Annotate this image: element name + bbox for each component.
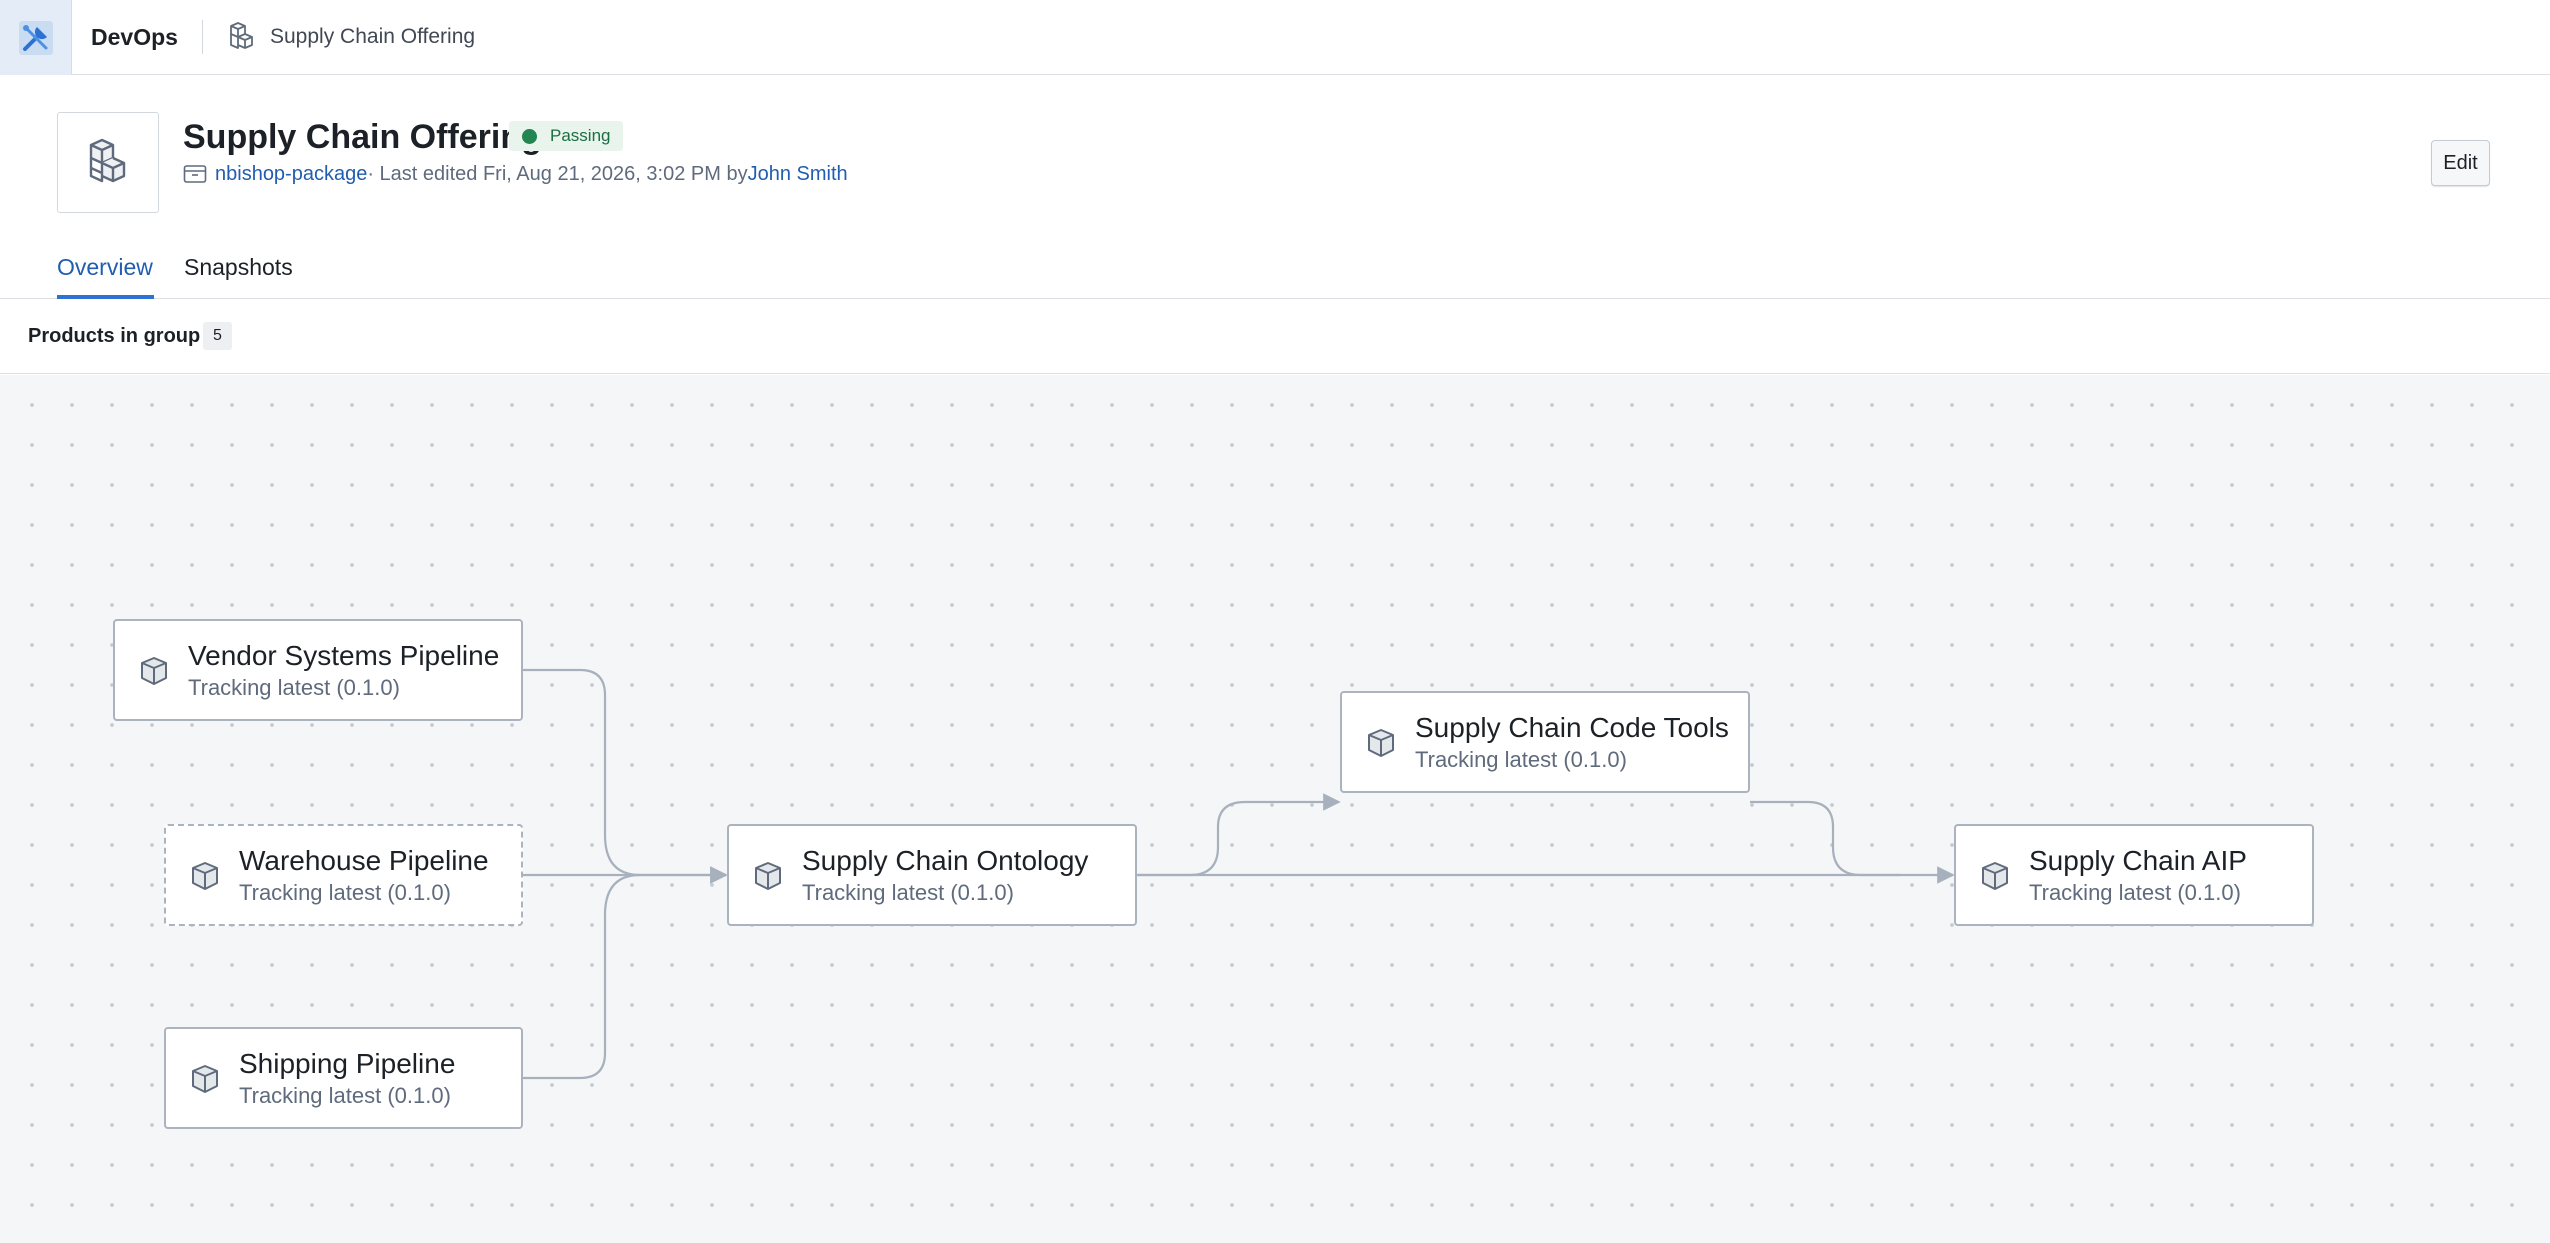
- graph-node[interactable]: Vendor Systems Pipeline Tracking latest …: [113, 619, 523, 721]
- graph-node[interactable]: Warehouse Pipeline Tracking latest (0.1.…: [164, 824, 523, 926]
- graph-node[interactable]: Supply Chain Code Tools Tracking latest …: [1340, 691, 1750, 793]
- cube-icon: [188, 1062, 222, 1096]
- tab-snapshots[interactable]: Snapshots: [184, 252, 293, 282]
- package-link[interactable]: nbishop-package: [215, 163, 367, 186]
- tab-bar: Overview Snapshots: [0, 240, 2550, 299]
- tab-overview[interactable]: Overview: [57, 252, 153, 282]
- devops-tools-icon[interactable]: [0, 0, 72, 75]
- node-subtitle: Tracking latest (0.1.0): [239, 1083, 451, 1108]
- cube-icon: [1978, 859, 2012, 893]
- cube-icon: [1364, 726, 1398, 760]
- edge-shipping-to-ontology: [523, 873, 641, 1080]
- products-label: Products in group: [28, 325, 201, 347]
- graph-canvas[interactable]: Vendor Systems Pipeline Tracking latest …: [0, 375, 2550, 1243]
- node-subtitle: Tracking latest (0.1.0): [2029, 880, 2241, 905]
- node-title: Vendor Systems Pipeline: [188, 640, 500, 671]
- product-group-icon: [57, 112, 159, 213]
- status-label: Passing: [550, 126, 611, 145]
- page-title: Supply Chain Offering: [183, 118, 542, 156]
- cubes-icon: [226, 20, 260, 54]
- top-bar: DevOps Supply Chain Offering: [0, 0, 2550, 75]
- edit-button[interactable]: Edit: [2431, 140, 2490, 186]
- node-subtitle: Tracking latest (0.1.0): [802, 880, 1014, 905]
- cube-icon: [751, 859, 785, 893]
- status-badge: Passing: [509, 121, 624, 151]
- node-subtitle: Tracking latest (0.1.0): [239, 880, 451, 905]
- divider: [202, 20, 203, 54]
- node-subtitle: Tracking latest (0.1.0): [188, 675, 400, 700]
- graph-node[interactable]: Supply Chain AIP Tracking latest (0.1.0): [1954, 824, 2314, 926]
- products-header: Products in group 5: [0, 299, 2550, 374]
- author-link[interactable]: John Smith: [748, 163, 848, 186]
- node-subtitle: Tracking latest (0.1.0): [1415, 747, 1627, 772]
- edge-codetools-to-aip: [1750, 800, 1900, 877]
- edge-vendor-to-ontology: [523, 668, 728, 884]
- cube-icon: [188, 859, 222, 893]
- cube-icon: [137, 654, 171, 688]
- status-dot-icon: [522, 128, 537, 144]
- meta-line: nbishop-package · Last edited Fri, Aug 2…: [183, 160, 848, 188]
- package-icon: [183, 164, 207, 184]
- edge-ontology-to-codetools: [1137, 793, 1341, 877]
- last-edited-text: · Last edited Fri, Aug 21, 2026, 3:02 PM…: [367, 162, 748, 185]
- node-title: Supply Chain Ontology: [802, 845, 1089, 876]
- graph-node[interactable]: Shipping Pipeline Tracking latest (0.1.0…: [164, 1027, 523, 1129]
- products-count-badge: 5: [203, 322, 232, 350]
- node-title: Supply Chain Code Tools: [1415, 712, 1729, 743]
- app-name[interactable]: DevOps: [91, 22, 178, 52]
- node-title: Supply Chain AIP: [2029, 845, 2247, 876]
- breadcrumb-current[interactable]: Supply Chain Offering: [270, 23, 475, 51]
- node-title: Warehouse Pipeline: [239, 845, 489, 876]
- node-title: Shipping Pipeline: [239, 1048, 456, 1079]
- graph-node[interactable]: Supply Chain Ontology Tracking latest (0…: [727, 824, 1137, 926]
